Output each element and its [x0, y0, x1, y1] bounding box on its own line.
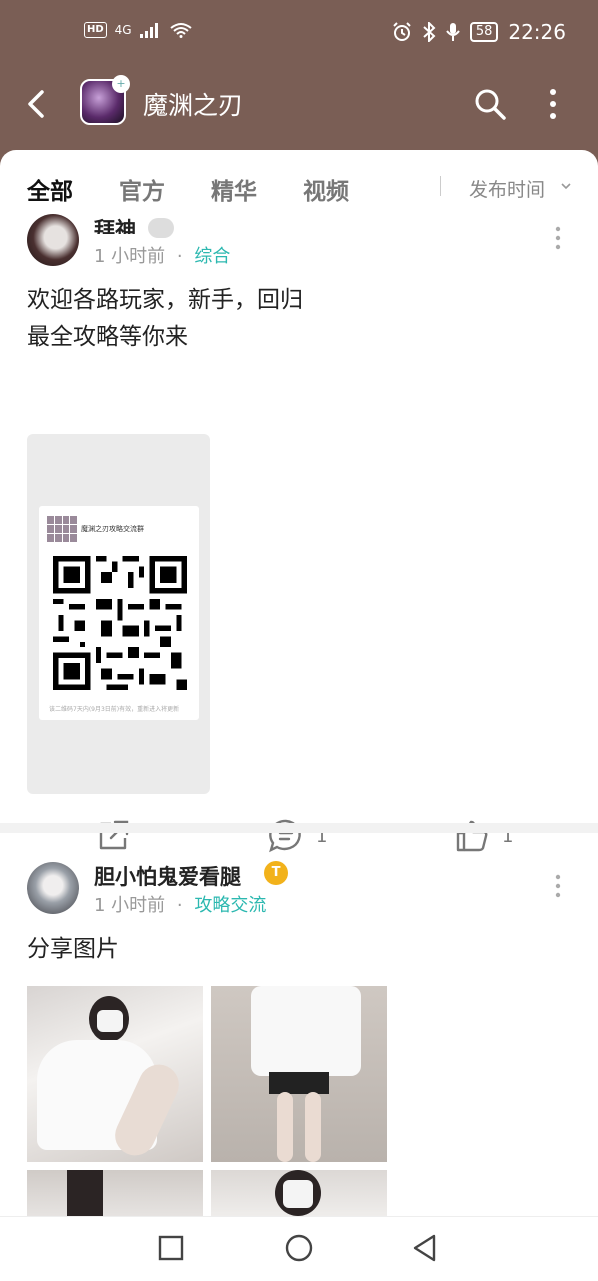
recent-apps-icon[interactable] — [156, 1233, 186, 1263]
meta-separator: · — [176, 895, 183, 916]
post-category[interactable]: 攻略交流 — [194, 895, 266, 916]
search-icon[interactable] — [472, 86, 508, 122]
post-author[interactable]: 胆小怕鬼爱看腿 — [94, 861, 241, 891]
photo-thumbnail[interactable] — [211, 986, 387, 1162]
photo-thumbnail[interactable] — [27, 1170, 203, 1216]
status-bar: HD 4G 58 22:26 — [0, 0, 598, 70]
app-icon-badge: + — [112, 75, 130, 93]
content-sheet: 全部 官方 精华 视频 发布时间 拜神 1 小时前 · 综合 欢迎各路玩家，新手… — [0, 150, 598, 1216]
post-content: 分享图片 — [27, 936, 119, 962]
back-arrow-icon[interactable] — [20, 86, 56, 122]
app-bar: + 魔渊之刃 — [0, 74, 598, 134]
system-nav-bar — [0, 1216, 598, 1281]
wifi-icon — [169, 23, 192, 38]
post-more-icon[interactable] — [552, 874, 564, 898]
photo-grid — [27, 986, 387, 1216]
title-badge: T — [264, 861, 288, 885]
alarm-icon — [393, 22, 411, 41]
post-time: 1 小时前 — [94, 895, 166, 916]
signal-icon — [139, 23, 158, 38]
hd-indicator: HD — [84, 22, 107, 38]
bluetooth-icon — [423, 22, 436, 42]
battery-level: 58 — [469, 22, 499, 42]
clock: 22:26 — [508, 20, 566, 44]
avatar[interactable] — [27, 862, 79, 914]
network-type: 4G — [114, 23, 132, 37]
app-icon[interactable]: + — [80, 75, 130, 125]
photo-thumbnail[interactable] — [211, 1170, 387, 1216]
post-card[interactable]: 胆小怕鬼爱看腿 T 1 小时前 · 攻略交流 分享图片 — [0, 150, 598, 1216]
microphone-icon — [446, 23, 460, 41]
back-triangle-icon[interactable] — [410, 1233, 440, 1263]
page-title: 魔渊之刃 — [143, 91, 244, 120]
more-vertical-icon[interactable] — [538, 86, 568, 122]
home-icon[interactable] — [284, 1233, 314, 1263]
post-meta: 1 小时前 · 攻略交流 — [94, 891, 266, 917]
photo-thumbnail[interactable] — [27, 986, 203, 1162]
